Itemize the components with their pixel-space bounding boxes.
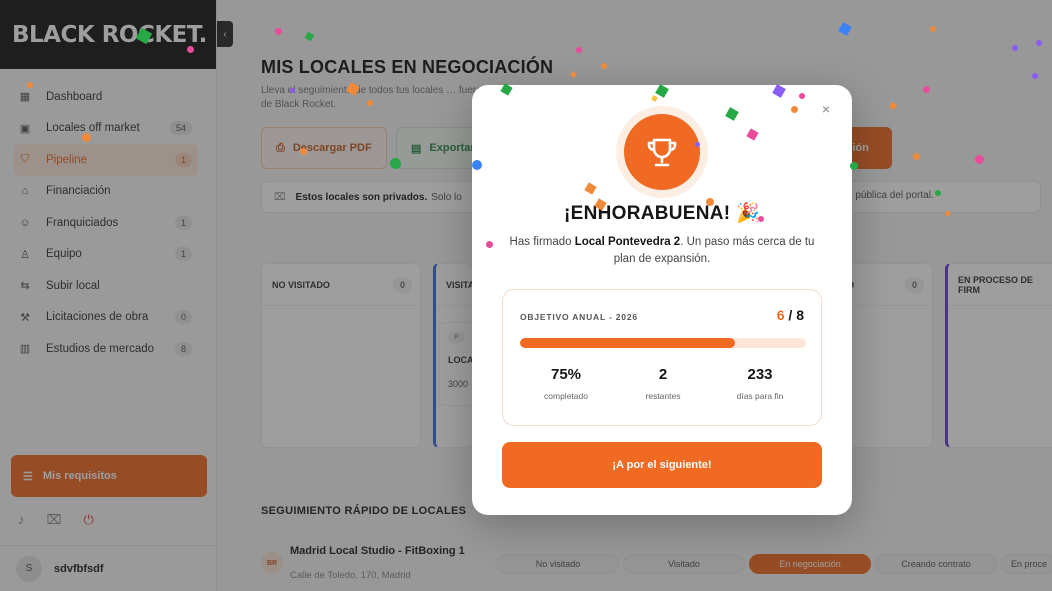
trophy-icon [624, 114, 700, 190]
confetti-piece [390, 158, 401, 169]
goal-progress-fill [520, 338, 735, 348]
stat-value: 75% [550, 366, 582, 383]
confetti-piece [791, 106, 798, 113]
confetti-piece [695, 142, 700, 147]
stat-completed: 75% completado [516, 366, 616, 401]
goal-done: 6 [776, 307, 785, 323]
goal-count: 6 / 8 [777, 307, 804, 323]
stat-label: restantes [645, 391, 681, 401]
confetti-piece [486, 241, 493, 248]
stat-value: 233 [747, 366, 773, 383]
confetti-piece [923, 86, 930, 93]
stat-label: completado [544, 391, 588, 401]
stat-days-left: 233 días para fin [710, 366, 810, 401]
goal-total: 8 [796, 307, 804, 323]
confetti-piece [367, 100, 373, 106]
goal-label: OBJETIVO ANUAL - 2026 [520, 312, 638, 322]
confetti-piece [576, 47, 582, 53]
close-icon[interactable]: × [818, 101, 834, 117]
goal-separator: / [784, 307, 797, 323]
modal-message: Has firmado Local Pontevedra 2. Un paso … [502, 234, 822, 268]
modal-title: ¡ENHORABUENA! 🎉 [472, 201, 852, 225]
confetti-piece [187, 46, 194, 53]
message-prefix: Has firmado [509, 236, 575, 248]
confetti-piece [975, 155, 984, 164]
confetti-piece [300, 148, 307, 155]
confetti-piece [913, 153, 920, 160]
confetti-piece [275, 28, 282, 35]
stat-value: 2 [658, 366, 668, 383]
message-local-name: Local Pontevedra 2 [574, 236, 681, 248]
confetti-piece [290, 88, 295, 93]
stat-remaining: 2 restantes [613, 366, 713, 401]
party-popper-icon: 🎉 [736, 203, 760, 224]
confetti-piece [1036, 40, 1042, 46]
confetti-piece [1012, 45, 1018, 51]
confetti-piece [930, 26, 936, 32]
confetti-piece [799, 93, 805, 99]
confetti-piece [27, 82, 33, 88]
annual-goal-card: OBJETIVO ANUAL - 2026 6 / 8 75% completa… [502, 289, 822, 426]
congrats-modal: × ¡ENHORABUENA! 🎉 Has firmado Local Pont… [472, 85, 852, 515]
confetti-piece [601, 63, 607, 69]
confetti-piece [850, 162, 858, 170]
confetti-piece [472, 160, 482, 170]
next-goal-button[interactable]: ¡A por el siguiente! [502, 442, 822, 488]
modal-title-text: ¡ENHORABUENA! [563, 203, 731, 224]
stat-label: días para fin [736, 391, 784, 401]
confetti-piece [935, 190, 941, 196]
confetti-piece [706, 198, 714, 206]
goal-progress-bar [520, 338, 806, 348]
confetti-piece [82, 133, 91, 142]
confetti-piece [758, 216, 764, 222]
confetti-piece [1032, 73, 1038, 79]
confetti-piece [945, 211, 950, 216]
